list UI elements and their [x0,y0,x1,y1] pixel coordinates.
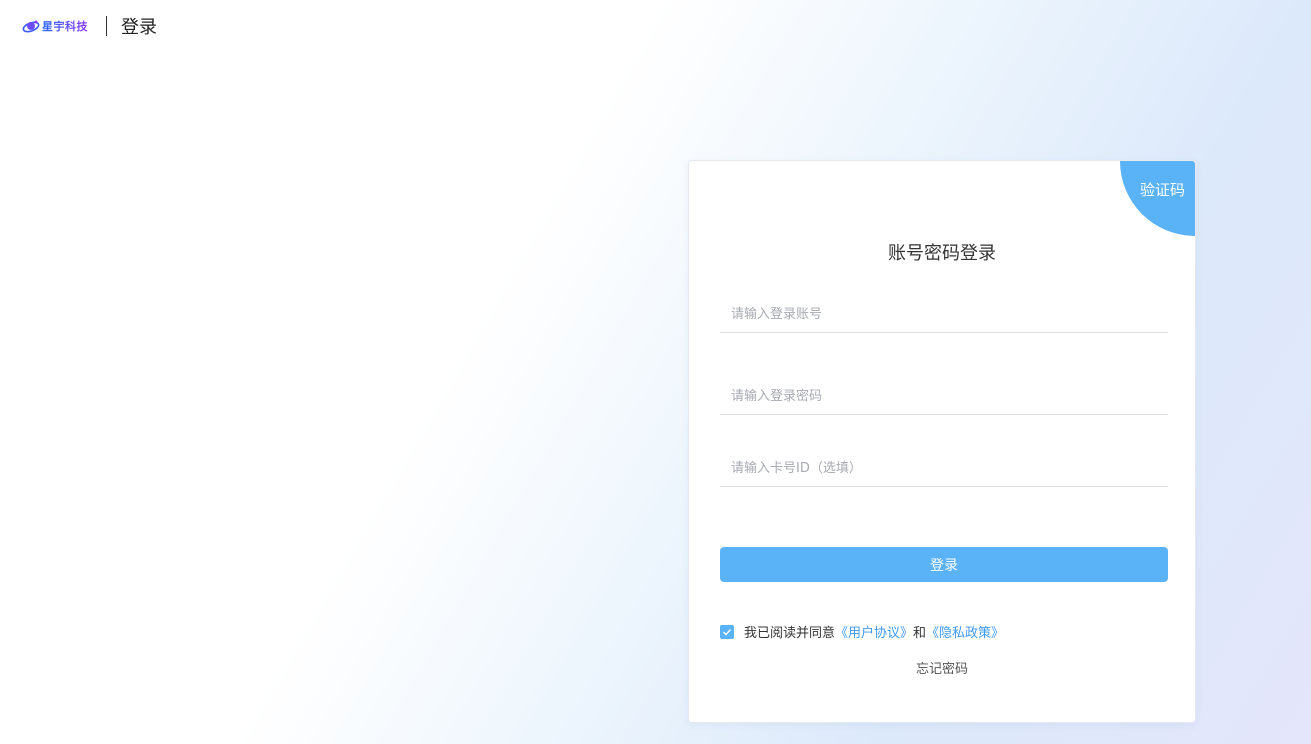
card-id-input[interactable] [720,451,1168,486]
agreement-checkbox[interactable] [720,624,734,639]
user-agreement-link[interactable]: 《用户协议》 [835,622,913,641]
header-divider [106,16,107,36]
account-input[interactable] [720,297,1168,332]
verification-code-tab-label[interactable]: 验证码 [1140,179,1185,200]
brand-name: 星宇科技 [42,20,88,33]
login-card: 验证码 账号密码登录 登录 我已阅读并同意 《用户协议》 和 《隐私政策》 忘记… [688,160,1196,723]
checkmark-icon [723,628,732,635]
agreement-and: 和 [913,626,927,641]
password-input[interactable] [720,379,1168,414]
password-field [720,379,1168,415]
forgot-password-link[interactable]: 忘记密码 [689,658,1195,677]
account-field [720,297,1168,333]
card-id-field [720,451,1168,487]
agreement-row: 我已阅读并同意 《用户协议》 和 《隐私政策》 [720,622,1004,641]
login-button[interactable]: 登录 [720,547,1168,582]
brand-logo[interactable]: 星宇科技 [22,18,88,34]
page-title: 登录 [121,17,157,38]
app-header: 星宇科技 登录 [22,14,157,38]
logo-icon [22,20,40,33]
agreement-prefix: 我已阅读并同意 [744,626,836,641]
privacy-policy-link[interactable]: 《隐私政策》 [926,622,1004,641]
login-form-title: 账号密码登录 [888,243,996,264]
